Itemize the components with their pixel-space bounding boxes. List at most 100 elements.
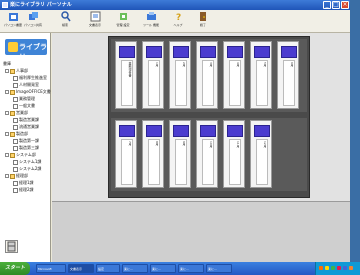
start-button[interactable]: スタート bbox=[0, 262, 30, 275]
tree-item-doc[interactable]: システム1課 bbox=[3, 158, 49, 165]
expand-icon[interactable] bbox=[5, 90, 9, 94]
toolbar-button-tools[interactable]: ツール 機能 bbox=[141, 11, 161, 31]
expand-icon[interactable] bbox=[5, 174, 9, 178]
binder-spine: 12月 bbox=[256, 139, 268, 185]
toolbar-label: 終了 bbox=[199, 23, 206, 27]
search-icon bbox=[60, 11, 71, 22]
binder[interactable]: 7月 bbox=[115, 120, 137, 188]
binder-title: 6月 bbox=[290, 62, 294, 67]
cabinet-view-button[interactable] bbox=[5, 240, 18, 253]
sidebar: ライブラリ 書庫 人事部 福利厚生推進室 人材開発室 ImageOFFICE文書… bbox=[0, 33, 51, 262]
taskbar-item[interactable]: 楽に... bbox=[122, 264, 148, 273]
binder-icon bbox=[13, 166, 18, 172]
banner-text: ライブラリ bbox=[19, 43, 47, 61]
binder-label-icon bbox=[200, 125, 216, 137]
tray-icon[interactable] bbox=[349, 266, 353, 270]
desktop-background bbox=[350, 0, 360, 262]
toolbar-button-search[interactable]: 検索 bbox=[55, 11, 75, 31]
expand-icon[interactable] bbox=[5, 69, 9, 73]
tray-icon[interactable] bbox=[325, 266, 329, 270]
binder[interactable]: 10月 bbox=[196, 120, 218, 188]
tree-item-doc[interactable]: 経理2課 bbox=[3, 186, 49, 193]
binder[interactable]: 11月 bbox=[223, 120, 245, 188]
tray-icon[interactable] bbox=[319, 266, 323, 270]
tree-item-doc[interactable]: 人材開発室 bbox=[3, 81, 49, 88]
toolbar-button-help[interactable]: ? ヘルプ bbox=[168, 11, 188, 31]
binder[interactable]: 業務報告書 bbox=[115, 41, 137, 109]
close-button[interactable]: × bbox=[341, 1, 349, 9]
tree-item-doc[interactable]: 製造第一課 bbox=[3, 137, 49, 144]
tools-icon bbox=[146, 12, 156, 20]
binder[interactable]: 4月 bbox=[223, 41, 245, 109]
binder-icon bbox=[13, 117, 18, 123]
library-icon bbox=[8, 13, 18, 21]
binder[interactable]: 9月 bbox=[169, 120, 191, 188]
tree-item-folder[interactable]: ImageOFFICE文書 bbox=[3, 88, 51, 95]
toolbar-button-share[interactable]: パソコン共有 bbox=[23, 11, 43, 31]
tray-icon[interactable] bbox=[337, 266, 341, 270]
tree-item-doc[interactable]: 福利厚生推進室 bbox=[3, 74, 49, 81]
tree-item-label: 経理1課 bbox=[19, 180, 34, 185]
binder[interactable]: 12月 bbox=[250, 120, 272, 188]
toolbar-label: ヘルプ bbox=[173, 23, 183, 27]
tree-item-label: システム2課 bbox=[19, 166, 42, 171]
title-bar: 楽にライブラリ パーソナル _ □ × bbox=[0, 0, 350, 10]
folder-tree: 書庫 人事部 福利厚生推進室 人材開発室 ImageOFFICE文書 業務管理 … bbox=[3, 60, 51, 193]
toolbar-button-library[interactable]: パソコン書庫 bbox=[3, 11, 23, 31]
binder[interactable]: 2月 bbox=[169, 41, 191, 109]
tree-item-doc[interactable]: 流通営業課 bbox=[3, 123, 49, 130]
binder-icon bbox=[13, 159, 18, 165]
tree-item-doc[interactable]: 業務管理 bbox=[3, 95, 49, 102]
binder-icon bbox=[13, 75, 18, 81]
binder-label-icon bbox=[146, 125, 162, 137]
binder-title: 7月 bbox=[128, 141, 132, 146]
tree-item-folder[interactable]: システム部 bbox=[3, 151, 49, 158]
binder-spine: 6月 bbox=[283, 60, 295, 106]
toolbar-label: ツール 機能 bbox=[143, 23, 159, 27]
tree-item-label: システム1課 bbox=[19, 159, 42, 164]
binder-label-icon bbox=[254, 125, 270, 137]
tray-icon[interactable] bbox=[343, 266, 347, 270]
tree-item-doc[interactable]: 経理1課 bbox=[3, 179, 49, 186]
expand-icon[interactable] bbox=[5, 132, 9, 136]
tree-item-folder[interactable]: 製造部 bbox=[3, 130, 49, 137]
binder[interactable]: 5月 bbox=[250, 41, 272, 109]
toolbar-label: パソコン共有 bbox=[23, 23, 42, 27]
binder-spine: 7月 bbox=[121, 139, 133, 185]
tree-item-doc[interactable]: 製造第三課 bbox=[3, 144, 49, 151]
cabinet-view: 業務報告書 1月 2月 3月 4月 5月 6月 7月 8月 9月 10月 11月… bbox=[52, 33, 350, 262]
tree-item-folder[interactable]: 経理部 bbox=[3, 172, 49, 179]
tree-item-label: 製造第一課 bbox=[19, 138, 39, 143]
tree-item-doc[interactable]: 製造営業課 bbox=[3, 116, 49, 123]
binder[interactable]: 1月 bbox=[142, 41, 164, 109]
taskbar-item[interactable]: 文書表示 bbox=[68, 264, 94, 273]
tree-item-doc[interactable]: システム2課 bbox=[3, 165, 49, 172]
toolbar-label: 文書表示 bbox=[88, 23, 101, 27]
binder[interactable]: 6月 bbox=[277, 41, 299, 109]
folder-icon bbox=[10, 131, 15, 137]
tree-item-label: 書庫 bbox=[3, 61, 11, 66]
toolbar-button-document[interactable]: 文書表示 bbox=[85, 11, 105, 31]
binder-title: 3月 bbox=[209, 62, 213, 67]
tree-item-root[interactable]: 書庫 bbox=[3, 60, 49, 67]
taskbar-item[interactable]: 楽に... bbox=[178, 264, 204, 273]
taskbar-item[interactable]: Microsoft bbox=[36, 264, 66, 273]
expand-icon[interactable] bbox=[5, 153, 9, 157]
tree-item-doc[interactable]: 一般文書 bbox=[3, 102, 49, 109]
help-icon: ? bbox=[176, 13, 181, 22]
expand-icon[interactable] bbox=[5, 111, 9, 115]
taskbar-item[interactable]: 設定 bbox=[96, 264, 120, 273]
maximize-button[interactable]: □ bbox=[332, 1, 340, 9]
tree-item-folder[interactable]: 営業部 bbox=[3, 109, 49, 116]
taskbar-item[interactable]: 楽に... bbox=[150, 264, 176, 273]
toolbar-label: 管理 設定 bbox=[116, 23, 130, 27]
binder[interactable]: 3月 bbox=[196, 41, 218, 109]
binder-icon bbox=[13, 145, 18, 151]
tree-item-folder[interactable]: 人事部 bbox=[3, 67, 49, 74]
tray-icon[interactable] bbox=[331, 266, 335, 270]
binder[interactable]: 8月 bbox=[142, 120, 164, 188]
minimize-button[interactable]: _ bbox=[323, 1, 331, 9]
toolbar-button-exit[interactable]: 終了 bbox=[193, 11, 213, 31]
toolbar-button-settings[interactable]: 管理 設定 bbox=[113, 11, 133, 31]
taskbar-item[interactable]: 楽に... bbox=[206, 264, 232, 273]
